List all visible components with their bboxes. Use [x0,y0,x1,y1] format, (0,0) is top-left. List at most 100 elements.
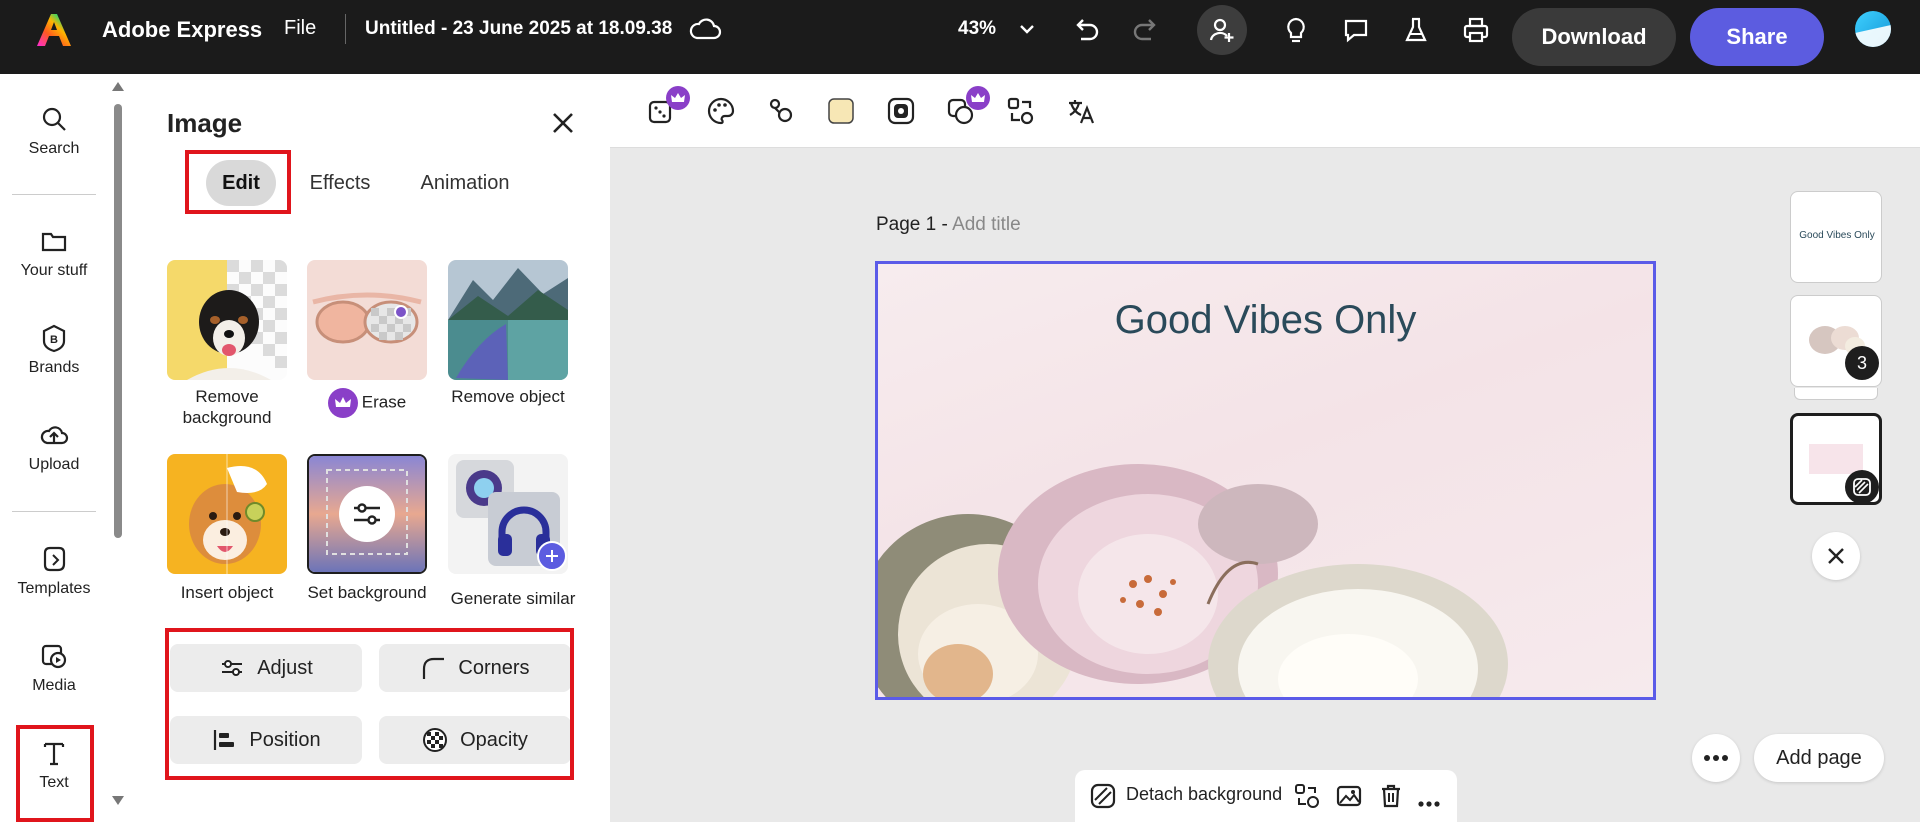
mask-icon[interactable] [884,94,918,128]
background-icon [1853,478,1871,496]
divider [345,14,346,44]
rail-item-label: Media [32,677,76,694]
undo-icon[interactable] [1068,12,1104,48]
add-page-button[interactable]: Add page [1754,734,1884,782]
lightbulb-icon[interactable] [1278,12,1314,48]
canvas-toolbar [610,74,1920,148]
page-thumbnail-preview [1809,444,1863,474]
set-background-tile[interactable] [307,454,427,574]
panel-title: Image [167,108,243,138]
page-thumbnail-1[interactable]: Good Vibes Only [1790,191,1882,283]
tab-animation[interactable]: Animation [410,160,520,206]
rail-item-templates[interactable]: Templates [0,544,108,598]
remove-background-tile[interactable] [167,260,287,380]
ellipsis-icon [1704,755,1728,761]
page-number: Page 1 - [876,214,948,235]
add-title-input[interactable]: Add title [952,214,1021,235]
cloud-icon[interactable] [688,16,722,42]
replace-icon[interactable] [1293,782,1321,815]
page-thumbnail-2[interactable]: 3 [1790,295,1882,387]
highlight-box [16,725,94,822]
background-badge [1845,470,1879,504]
ellipsis-icon[interactable] [1417,792,1441,813]
rail-item-brands[interactable]: B Brands [0,323,108,377]
translate-icon[interactable] [1064,94,1098,128]
replace-icon[interactable] [1004,94,1038,128]
page-count-badge: 3 [1845,346,1879,380]
print-icon[interactable] [1458,12,1494,48]
set-background-image [309,456,425,572]
redo-icon[interactable] [1128,12,1164,48]
crown-icon [966,86,990,110]
close-thumbnails-button[interactable] [1812,532,1860,580]
rail-item-label: Upload [28,456,80,473]
palette-icon[interactable] [704,94,738,128]
thumbnail-stack [1794,388,1878,400]
page-thumbnail-3[interactable] [1790,413,1882,505]
app-name: Adobe Express [102,17,263,42]
highlight-box [185,150,291,214]
scroll-up-arrow[interactable] [112,82,124,91]
top-bar: Adobe Express File Untitled - 23 June 20… [0,0,1920,74]
rail-item-label: Templates [17,580,91,597]
rail-item-media[interactable]: Media [0,641,108,695]
insert-object-tile[interactable] [167,454,287,574]
divider [12,511,96,512]
tile-label: Remove background [182,387,272,428]
brand-icon: B [42,324,66,353]
scroll-thumb[interactable] [114,104,122,538]
animate-icon[interactable] [944,86,990,128]
adobe-express-logo[interactable] [36,12,72,48]
file-menu[interactable]: File [284,17,316,40]
highlight-box [165,628,574,780]
trash-icon[interactable] [1377,782,1405,815]
comment-icon[interactable] [1338,12,1374,48]
detach-background-icon[interactable] [1089,782,1117,815]
rail-item-upload[interactable]: Upload [0,420,108,474]
avatar[interactable] [1855,11,1891,47]
close-icon[interactable] [548,108,578,138]
tab-effects[interactable]: Effects [300,160,380,206]
invite-user-button[interactable] [1197,5,1247,55]
erase-tile[interactable] [307,260,427,380]
rail-item-label: Your stuff [20,262,88,279]
dog-image [167,260,287,380]
artboard-heading[interactable]: Good Vibes Only [878,298,1653,343]
tile-label: Remove object [451,387,565,406]
image-icon[interactable] [1335,782,1363,815]
page-label: Page 1 - Add title [876,214,1021,236]
tile-label: Insert object [180,583,274,602]
scroll-down-arrow[interactable] [112,796,124,805]
dice-icon[interactable] [644,86,690,128]
svg-text:B: B [50,334,58,346]
shiba-image [167,454,287,574]
tile-label: Generate similar [450,589,576,608]
left-rail: Search Your stuff B Brands Upload Templa… [0,74,108,822]
more-options-button[interactable] [1692,734,1740,782]
artboard[interactable]: Good Vibes Only [875,261,1656,700]
upload-icon [40,426,69,445]
rail-item-your-stuff[interactable]: Your stuff [0,226,108,280]
scrollbar[interactable] [108,74,130,822]
rail-item-label: Brands [28,359,80,376]
rail-item-label: Search [28,140,80,157]
lake-image [448,260,568,380]
generate-similar-tile[interactable] [448,454,568,574]
tile-label: Set background [307,583,427,602]
document-title[interactable]: Untitled - 23 June 2025 at 18.09.38 [365,18,672,40]
remove-object-tile[interactable] [448,260,568,380]
shapes-icon[interactable] [764,94,798,128]
close-icon [1828,548,1844,564]
zoom-level[interactable]: 43% [958,18,996,40]
rail-item-search[interactable]: Search [0,104,108,158]
headphones-image [456,460,567,571]
templates-icon [43,546,66,572]
flask-icon[interactable] [1398,12,1434,48]
color-swatch-icon[interactable] [824,94,858,128]
flowers-image[interactable] [878,454,1656,700]
chevron-down-icon[interactable] [1016,18,1038,40]
add-person-icon [1209,18,1234,42]
share-button[interactable]: Share [1690,8,1824,66]
download-button[interactable]: Download [1512,8,1676,66]
detach-background-button[interactable]: Detach background [1126,784,1282,805]
